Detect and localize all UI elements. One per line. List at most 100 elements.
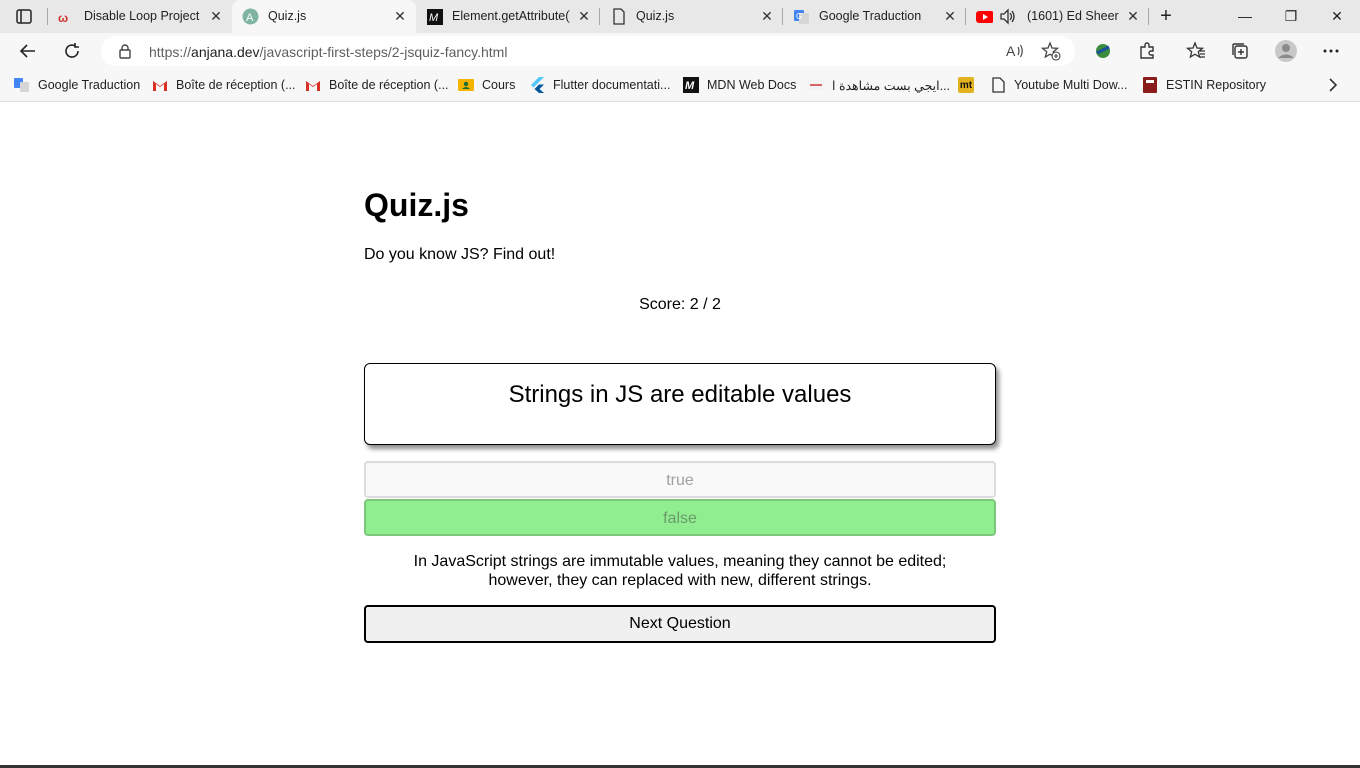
restore-button[interactable]: ❐ (1276, 6, 1306, 26)
refresh-icon (65, 43, 79, 58)
svg-text:A: A (246, 12, 254, 24)
bookmark-cours[interactable]: Cours (458, 76, 515, 94)
tab-element-getattribute[interactable]: M Element.getAttribute() ✕ (416, 0, 599, 33)
bookmark-mdn[interactable]: M MDN Web Docs (683, 76, 796, 94)
answer-button-false[interactable]: false (364, 499, 996, 536)
tab-quizjs-active[interactable]: A Quiz.js ✕ (232, 0, 416, 33)
page-content: Quiz.js Do you know JS? Find out! Score:… (0, 103, 1360, 765)
bookmark-flutter[interactable]: Flutter documentati... (529, 76, 670, 94)
favorites-star-icon (1186, 41, 1205, 59)
puzzle-icon (1140, 42, 1154, 59)
more-dots-icon (1323, 49, 1339, 53)
profile-button[interactable] (1274, 39, 1298, 63)
explanation-line: In JavaScript strings are immutable valu… (413, 553, 947, 570)
tab-disable-loop[interactable]: ω Disable Loop Project E ✕ (48, 0, 231, 33)
score-text: Score: 2 / 2 (639, 296, 721, 313)
tab-close-icon[interactable]: ✕ (1125, 8, 1141, 24)
minimize-button[interactable]: — (1230, 6, 1260, 26)
refresh-button[interactable] (60, 39, 84, 63)
tab-title: Quiz.js (268, 9, 307, 23)
tab-title: Element.getAttribute() (452, 9, 570, 23)
idm-extension-icon (1096, 44, 1110, 58)
tab-actions-icon (16, 9, 32, 24)
bookmark-label: Google Traduction (38, 78, 141, 92)
bookmark-youtube-multi-downloader[interactable]: Youtube Multi Dow... (990, 76, 1128, 94)
tab-close-icon[interactable]: ✕ (759, 8, 775, 24)
bookmark-label: ايجي بست مشاهدة ا... (832, 78, 951, 93)
flutter-icon (529, 77, 545, 93)
bookmark-label: Youtube Multi Dow... (1014, 78, 1128, 92)
bookmark-estin-repository[interactable]: ESTIN Repository (1142, 76, 1266, 94)
svg-text:G: G (796, 12, 802, 21)
translate-icon (14, 77, 30, 93)
gmail-icon (152, 77, 168, 93)
tab-youtube-ed-sheeran[interactable]: (1601) Ed Sheeran ✕ (966, 0, 1148, 33)
tab-title: Quiz.js (636, 9, 675, 23)
bookmark-gmail-1[interactable]: Boîte de réception (... (152, 76, 296, 94)
mdn-icon: M (683, 77, 699, 93)
url-prefix: https:// (149, 44, 192, 60)
bookmark-mt[interactable]: mt (958, 76, 982, 94)
svg-text:A: A (1006, 43, 1016, 59)
quiz-favicon-icon: A (242, 8, 259, 25)
tab-title: Disable Loop Project E (84, 9, 202, 23)
tab-title: (1601) Ed Sheeran (1027, 9, 1119, 23)
bookmark-egybest[interactable]: ايجي بست مشاهدة ا... (808, 76, 950, 94)
bookmark-label: Boîte de réception (... (176, 78, 296, 92)
page-icon (990, 77, 1006, 93)
page-title: Quiz.js (364, 187, 469, 223)
red-logo-icon: ω (58, 8, 75, 25)
tab-separator (1148, 8, 1149, 25)
browser-toolbar: https://anjana.dev/javascript-first-step… (0, 33, 1360, 69)
tab-quizjs[interactable]: Quiz.js ✕ (600, 0, 782, 33)
answer-explanation: In JavaScript strings are immutable valu… (364, 552, 996, 590)
bookmark-label: Boîte de réception (... (329, 78, 449, 92)
address-bar[interactable]: https://anjana.dev/javascript-first-step… (101, 36, 1075, 66)
tab-close-icon[interactable]: ✕ (392, 8, 408, 24)
close-window-button[interactable]: ✕ (1322, 6, 1352, 26)
read-aloud-icon[interactable]: A (1005, 42, 1025, 65)
svg-text:M: M (429, 12, 439, 24)
mdn-icon: M (426, 8, 443, 25)
extension-button[interactable] (1091, 39, 1115, 63)
tab-google-traduction[interactable]: G Google Traduction ✕ (783, 0, 965, 33)
tab-close-icon[interactable]: ✕ (942, 8, 958, 24)
extensions-button[interactable] (1135, 39, 1159, 63)
page-icon (610, 8, 627, 25)
bookmark-label: MDN Web Docs (707, 78, 797, 92)
bookmarks-bar: Google Traduction Boîte de réception (..… (0, 69, 1360, 102)
avatar-icon (1275, 40, 1297, 62)
collections-button[interactable] (1228, 39, 1252, 63)
url-path: /javascript-first-steps/2-jsquiz-fancy.h… (259, 44, 508, 60)
collections-icon (1232, 43, 1248, 59)
bookmark-google-traduction[interactable]: Google Traduction (14, 76, 140, 94)
bookmark-label: Cours (482, 78, 516, 92)
question-card: Strings in JS are editable values (364, 363, 996, 445)
svg-text:M: M (685, 80, 695, 92)
lock-icon[interactable] (118, 43, 132, 64)
bookmark-label: ESTIN Repository (1166, 78, 1267, 92)
tab-actions-button[interactable] (10, 6, 38, 28)
back-button[interactable] (16, 39, 40, 63)
settings-menu-button[interactable] (1319, 39, 1343, 63)
answer-button-true[interactable]: true (364, 461, 996, 498)
back-arrow-icon (19, 44, 35, 58)
bookmarks-overflow-button[interactable] (1326, 76, 1340, 94)
mt-icon: mt (958, 77, 974, 93)
chevron-right-icon (1329, 78, 1338, 92)
favorites-button[interactable] (1184, 39, 1208, 63)
tab-close-icon[interactable]: ✕ (208, 8, 224, 24)
bookmark-gmail-2[interactable]: Boîte de réception (... (305, 76, 449, 94)
tab-title: Google Traduction (819, 9, 922, 23)
url-text: https://anjana.dev/javascript-first-step… (149, 44, 507, 60)
question-text: Strings in JS are editable values (508, 381, 852, 408)
add-favorite-icon[interactable] (1040, 41, 1061, 66)
next-question-button[interactable]: Next Question (364, 605, 996, 643)
tab-close-icon[interactable]: ✕ (576, 8, 592, 24)
audio-playing-icon[interactable] (999, 8, 1017, 28)
egybest-icon (808, 77, 824, 93)
translate-icon: G (793, 8, 810, 25)
classroom-icon (458, 77, 474, 93)
new-tab-button[interactable]: + (1151, 6, 1181, 26)
page-subtitle: Do you know JS? Find out! (364, 246, 556, 263)
